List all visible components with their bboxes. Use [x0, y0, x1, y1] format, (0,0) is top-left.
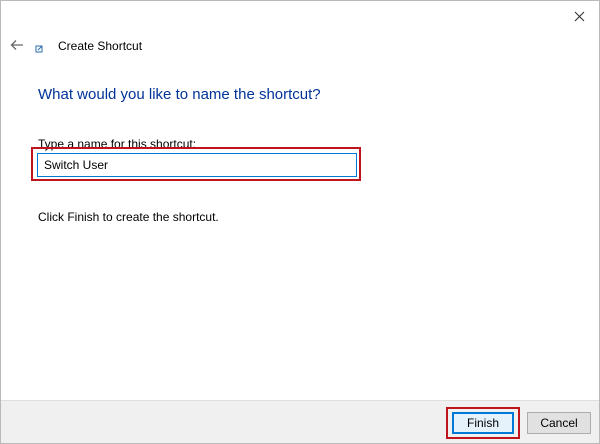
- page-heading: What would you like to name the shortcut…: [38, 86, 321, 103]
- shortcut-name-input[interactable]: [37, 153, 357, 177]
- footer-bar: Finish Cancel: [1, 400, 599, 443]
- window-title: Create Shortcut: [58, 39, 143, 53]
- close-icon: [574, 11, 584, 21]
- shortcut-app-icon: [35, 45, 43, 53]
- back-button[interactable]: [7, 35, 27, 55]
- finish-button[interactable]: Finish: [452, 412, 514, 434]
- create-shortcut-window: Create Shortcut What would you like to n…: [0, 0, 600, 444]
- close-button[interactable]: [567, 5, 591, 27]
- back-arrow-icon: [10, 40, 23, 50]
- cancel-button[interactable]: Cancel: [527, 412, 591, 434]
- finish-hint-text: Click Finish to create the shortcut.: [38, 210, 219, 224]
